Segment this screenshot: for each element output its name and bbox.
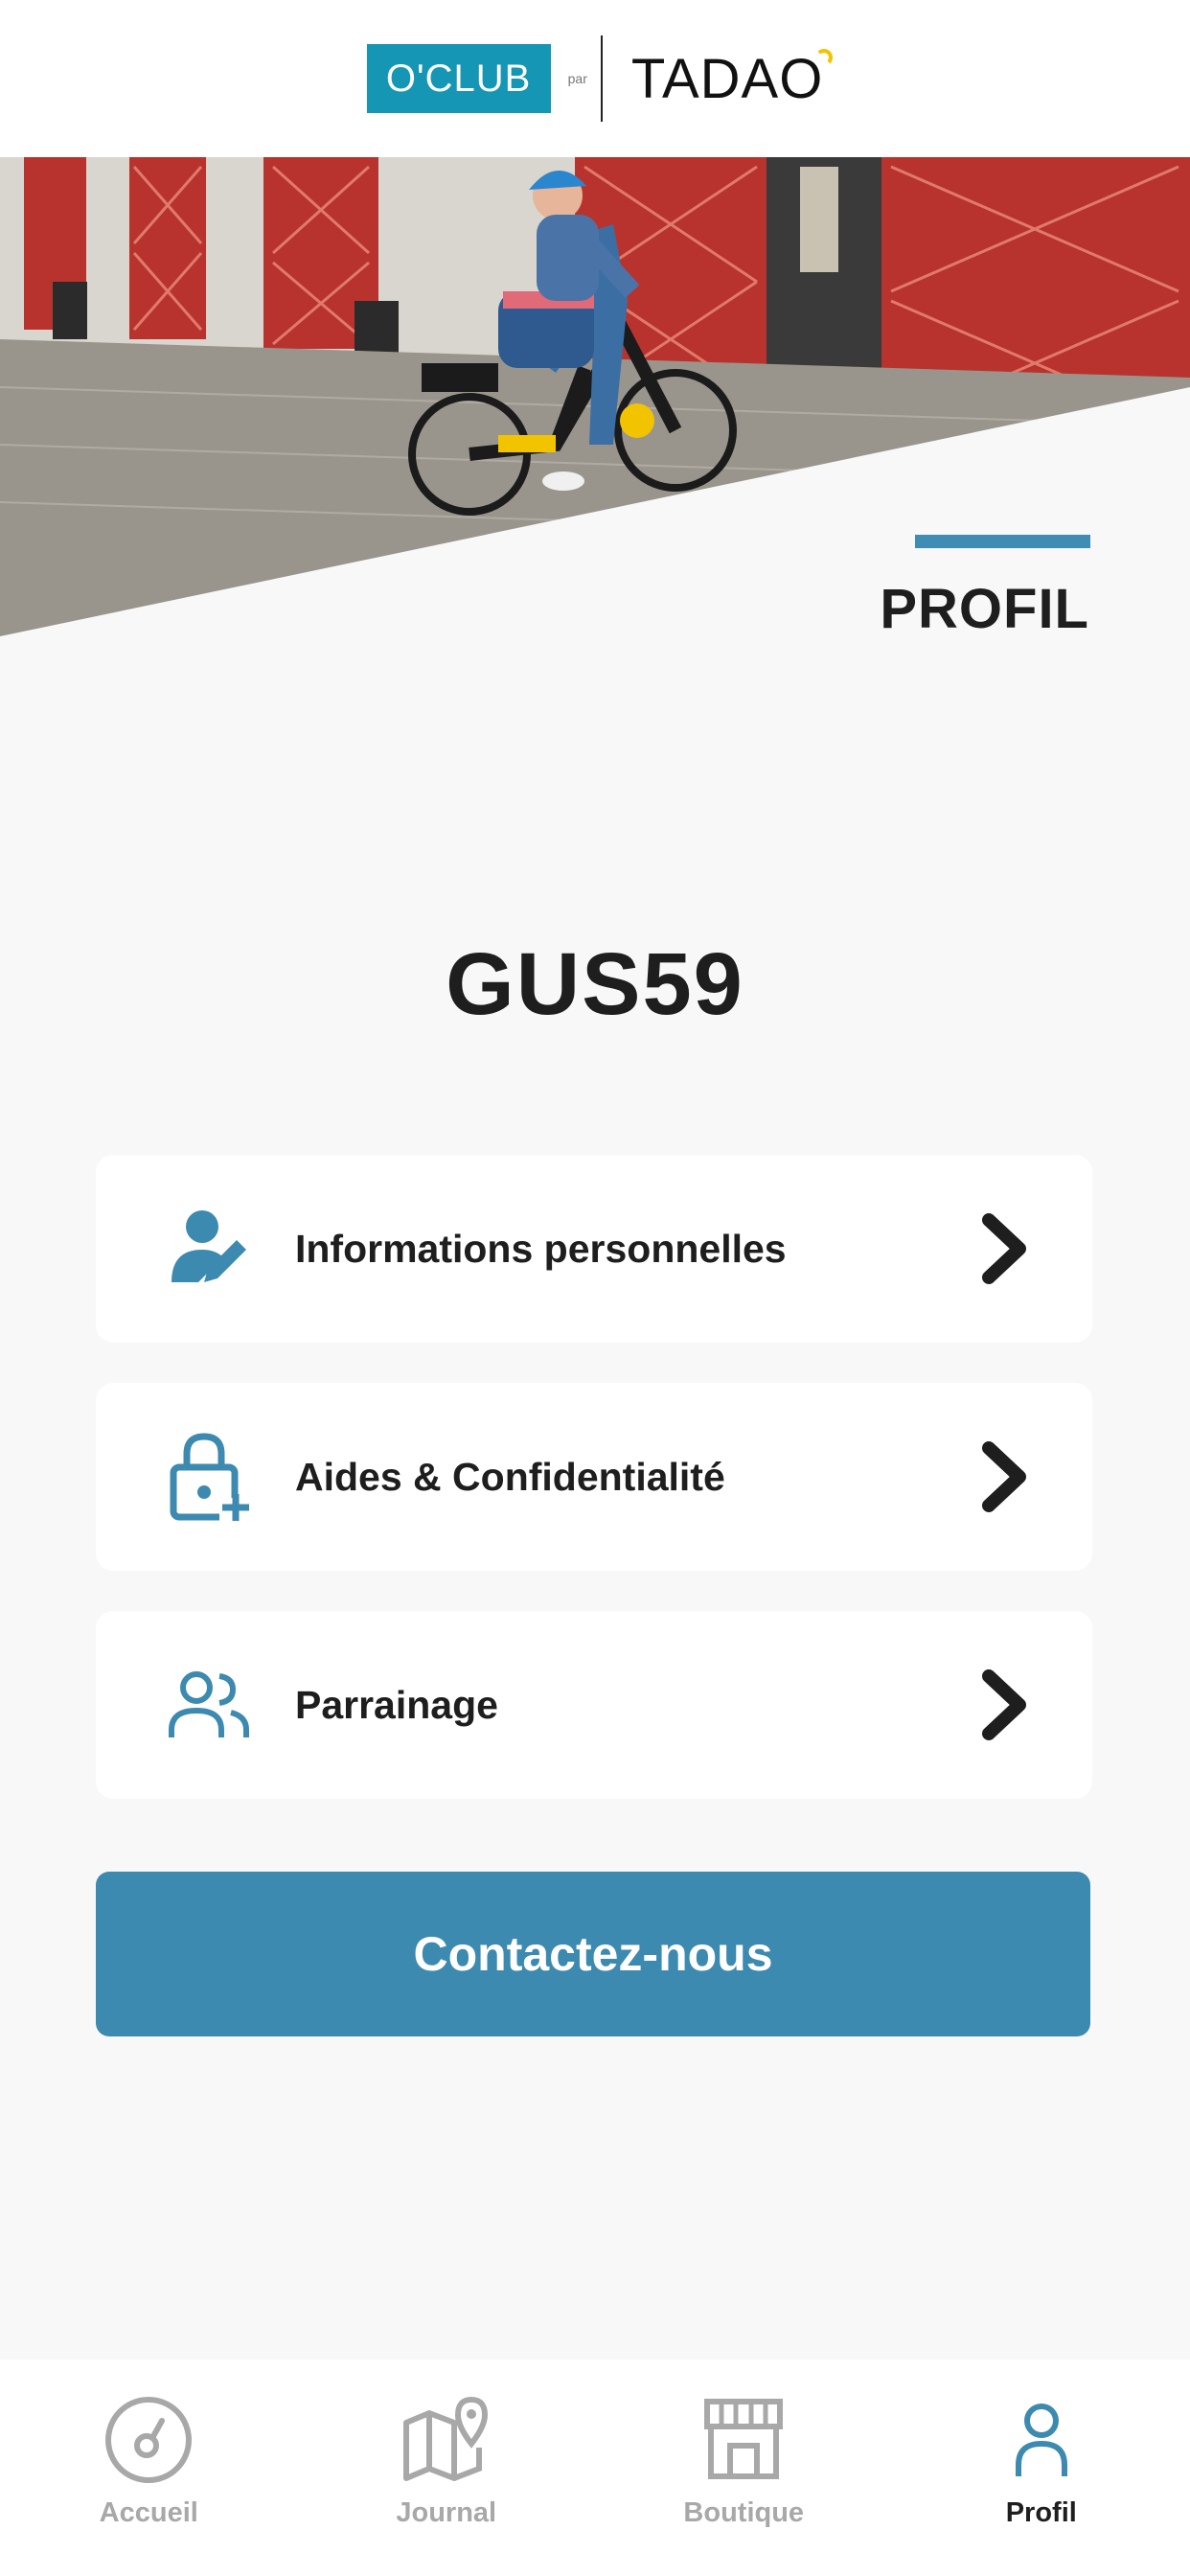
nav-item-boutique[interactable]: Boutique bbox=[595, 2359, 893, 2576]
oclub-logo: O'CLUB bbox=[366, 44, 551, 113]
app-logo: O'CLUB par TADAO bbox=[366, 35, 834, 122]
nav-label: Boutique bbox=[683, 2497, 805, 2528]
nav-item-profil[interactable]: Profil bbox=[893, 2359, 1190, 2576]
menu-item-label: Parrainage bbox=[295, 1682, 498, 1727]
logo-divider bbox=[600, 35, 603, 122]
user-icon bbox=[994, 2392, 1089, 2488]
menu-item-personal-info[interactable]: Informations personnelles bbox=[96, 1155, 1092, 1343]
lock-plus-icon bbox=[161, 1429, 257, 1525]
nav-item-journal[interactable]: Journal bbox=[298, 2359, 596, 2576]
menu-item-label: Aides & Confidentialité bbox=[295, 1454, 725, 1499]
chevron-right-icon bbox=[982, 1669, 1026, 1740]
app-header: O'CLUB par TADAO bbox=[0, 0, 1190, 157]
user-edit-icon bbox=[161, 1201, 257, 1297]
hero-image bbox=[0, 157, 1190, 636]
chevron-right-icon bbox=[982, 1441, 1026, 1512]
bottom-navigation: Accueil Journal Boutique Profil bbox=[0, 2359, 1190, 2576]
gauge-icon bbox=[101, 2392, 196, 2488]
contact-us-button[interactable]: Contactez-nous bbox=[96, 1872, 1090, 2036]
logo-par-text: par bbox=[567, 71, 587, 86]
map-pin-icon bbox=[399, 2392, 494, 2488]
profile-screen: O'CLUB par TADAO PROFIL GUS59 Informatio… bbox=[0, 0, 1190, 2576]
menu-item-label: Informations personnelles bbox=[295, 1226, 787, 1271]
chevron-right-icon bbox=[982, 1213, 1026, 1284]
store-icon bbox=[696, 2392, 791, 2488]
menu-item-help-privacy[interactable]: Aides & Confidentialité bbox=[96, 1383, 1092, 1571]
nav-label: Journal bbox=[396, 2497, 497, 2528]
page-title: PROFIL bbox=[880, 578, 1089, 640]
nav-item-accueil[interactable]: Accueil bbox=[0, 2359, 298, 2576]
tadao-logo: TADAO bbox=[631, 47, 834, 111]
nav-label: Accueil bbox=[99, 2497, 198, 2528]
nav-label: Profil bbox=[1005, 2497, 1077, 2528]
username: GUS59 bbox=[446, 935, 744, 1033]
title-accent-bar bbox=[915, 535, 1090, 548]
menu-item-referral[interactable]: Parrainage bbox=[96, 1611, 1092, 1799]
users-icon bbox=[161, 1657, 257, 1753]
